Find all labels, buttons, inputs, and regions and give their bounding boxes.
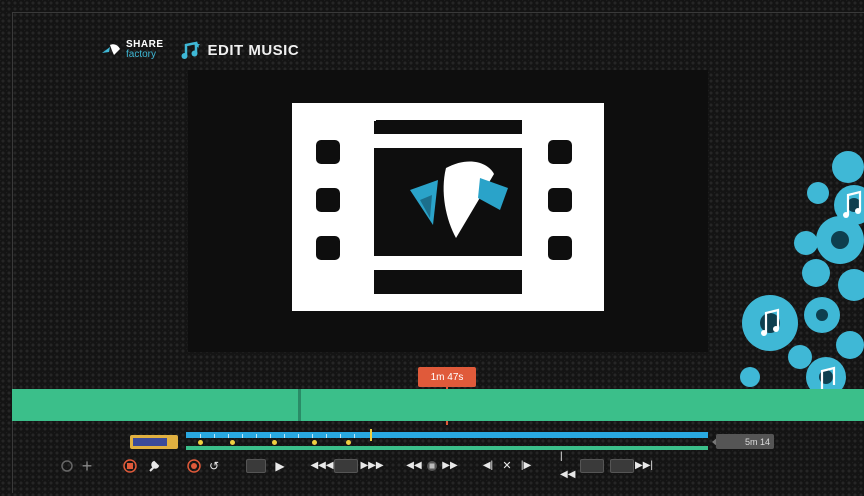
plus-icon[interactable]: + xyxy=(78,457,96,475)
timeline-tick xyxy=(326,434,327,438)
video-timeline-bar[interactable] xyxy=(186,432,708,438)
timeline-tick xyxy=(284,434,285,438)
timeline-position-indicator xyxy=(370,429,372,441)
timeline-tick xyxy=(340,434,341,438)
music-timeline-bar[interactable] xyxy=(186,446,708,450)
timeline-tick xyxy=(242,434,243,438)
timeline-tick xyxy=(256,434,257,438)
gears-music-decoration xyxy=(740,151,864,390)
step-forward-icon[interactable]: ▶▶ xyxy=(442,457,458,475)
trim-left-icon[interactable]: ◀| xyxy=(480,457,496,475)
end-time-box xyxy=(610,457,634,475)
timeline-marker[interactable] xyxy=(312,440,317,445)
timeline-tick xyxy=(298,434,299,438)
end-time-label: 5m 14 xyxy=(716,434,774,449)
video-preview xyxy=(188,70,708,352)
video-thumbnail-inner xyxy=(133,438,167,446)
step-back-icon[interactable]: ◀◀ xyxy=(406,457,422,475)
timeline-tick xyxy=(270,434,271,438)
music-note-icon xyxy=(181,41,200,59)
skip-start-icon[interactable]: |◀◀ xyxy=(560,451,576,480)
timeline-marker[interactable] xyxy=(198,440,203,445)
playhead-time-label[interactable]: 1m 47s xyxy=(418,367,476,387)
share-factory-logo-icon xyxy=(102,44,120,55)
page-title: EDIT MUSIC xyxy=(207,41,300,59)
logo-factory-text: factory xyxy=(126,49,157,60)
timeline-tick xyxy=(228,434,229,438)
timeline-tick xyxy=(214,434,215,438)
timeline-marker[interactable] xyxy=(272,440,277,445)
music-track-clip-2[interactable] xyxy=(301,389,864,421)
start-time-box xyxy=(580,457,604,475)
split-icon[interactable]: ✕ xyxy=(498,457,516,475)
timeline-tick xyxy=(312,434,313,438)
film-strip-icon xyxy=(292,103,604,311)
timeline-marker[interactable] xyxy=(230,440,235,445)
skip-end-icon[interactable]: ▶▶| xyxy=(635,457,653,475)
music-track-clip-1[interactable] xyxy=(12,389,298,421)
timeline-marker[interactable] xyxy=(346,440,351,445)
record-circle-icon[interactable] xyxy=(186,457,202,475)
timeline-tick xyxy=(354,434,355,438)
stop-icon[interactable] xyxy=(424,457,440,475)
header: SHARE factory EDIT MUSIC xyxy=(100,36,299,64)
trim-right-icon[interactable]: |▶ xyxy=(518,457,534,475)
play-icon[interactable]: ▶ xyxy=(272,457,288,475)
play-time-box xyxy=(246,457,266,475)
stop-square-icon[interactable] xyxy=(122,457,138,475)
control-bar: + ↺ ▶ ◀◀◀ ▶▶▶ ◀◀ ▶▶ ◀| ✕ |▶ |◀◀ ▶▶| xyxy=(0,451,864,480)
fast-forward-icon[interactable]: ▶▶▶ xyxy=(360,457,383,475)
circle-icon[interactable] xyxy=(60,457,74,475)
share-factory-logo: SHARE factory xyxy=(100,40,164,60)
undo-icon[interactable]: ↺ xyxy=(206,457,222,475)
rewind-icon[interactable]: ◀◀◀ xyxy=(310,457,333,475)
speed-box[interactable] xyxy=(334,457,358,475)
timeline-tick xyxy=(200,434,201,438)
wrench-icon[interactable] xyxy=(146,457,162,475)
